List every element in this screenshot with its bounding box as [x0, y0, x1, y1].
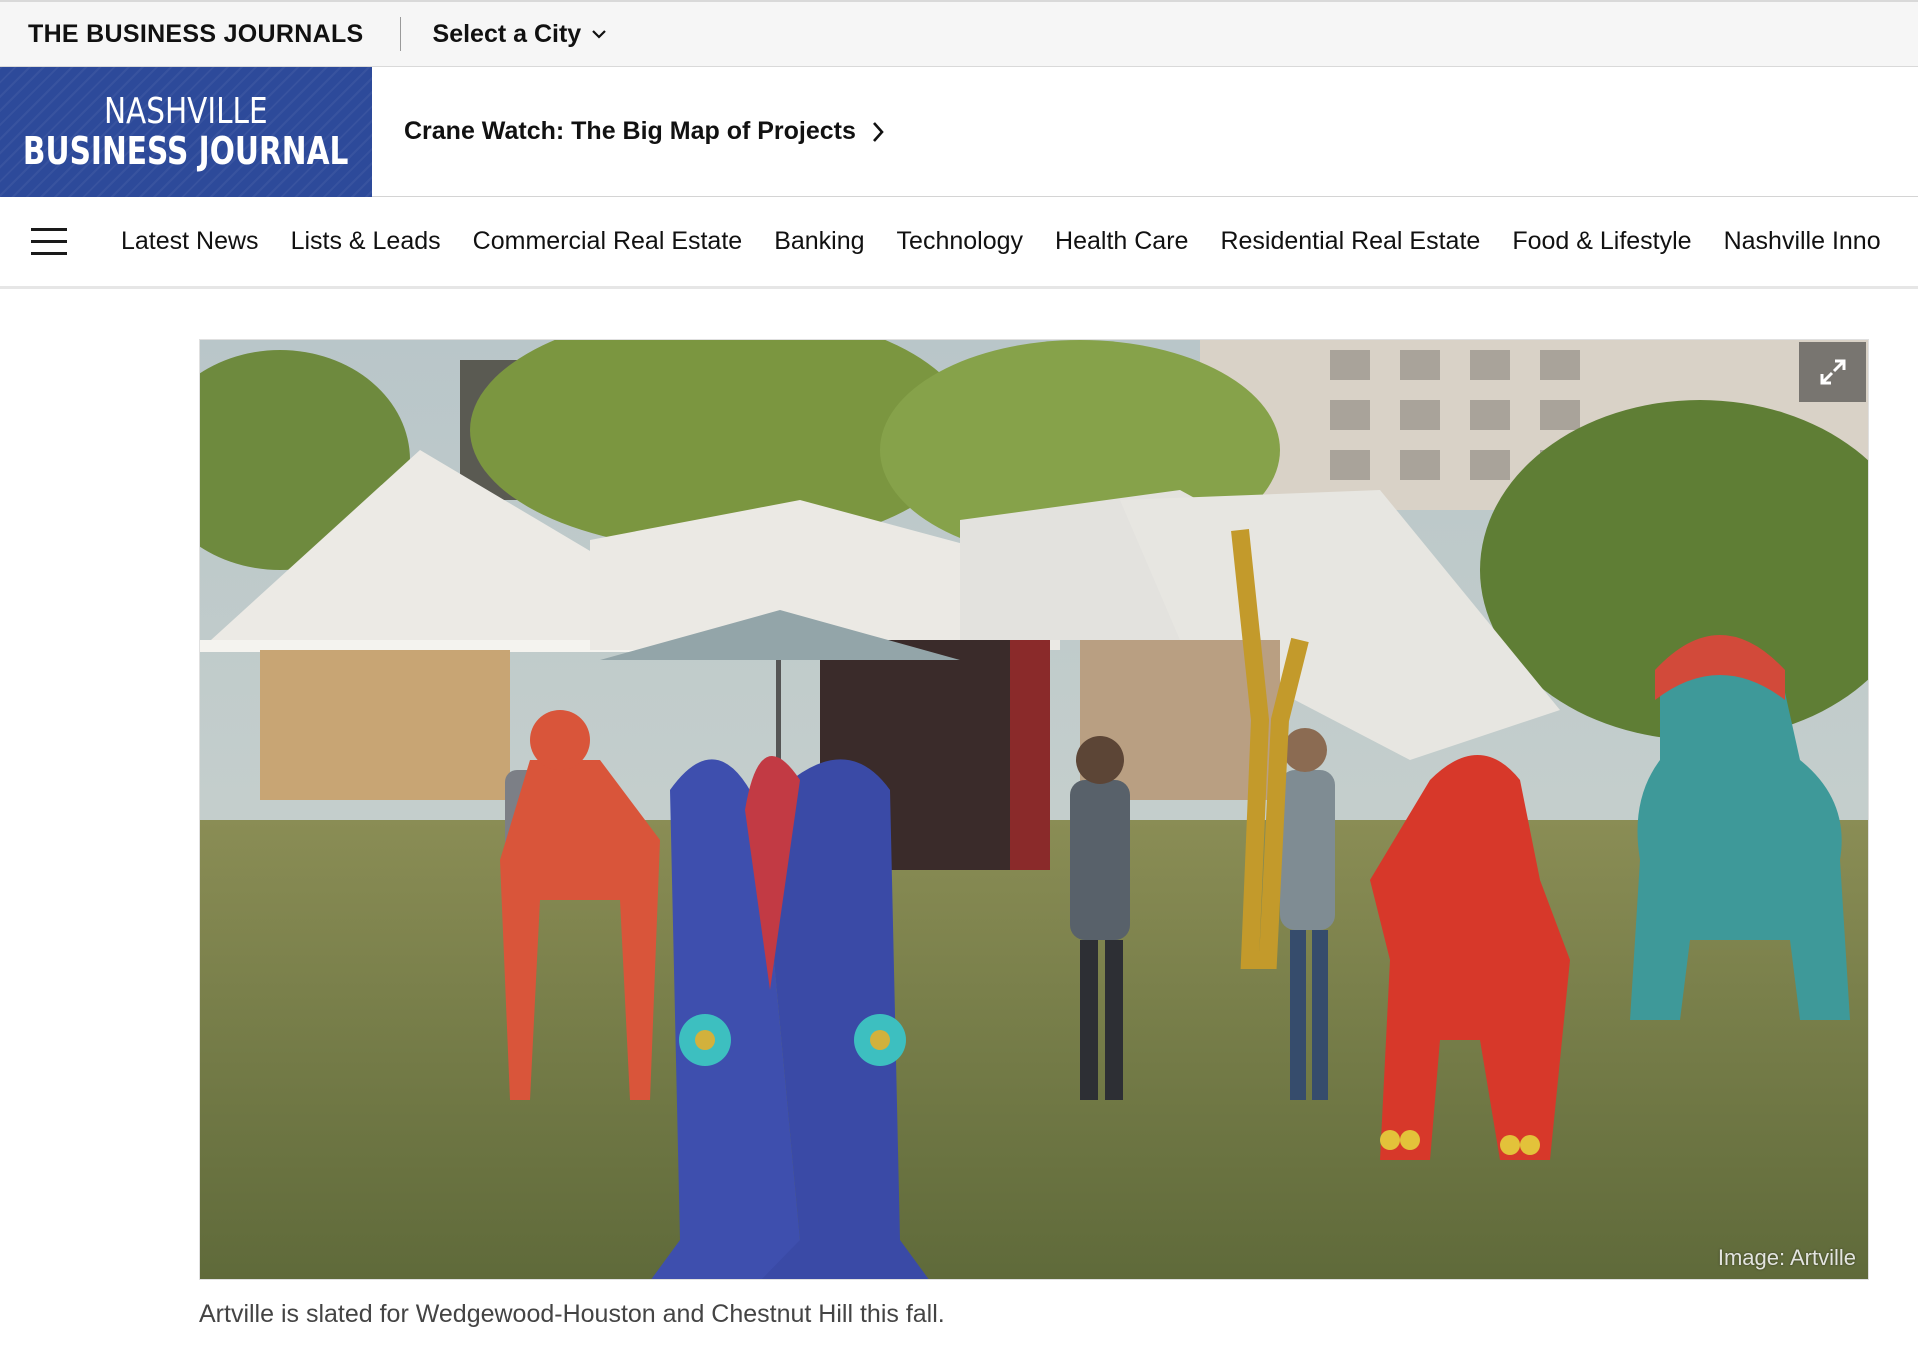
network-brand-link[interactable]: THE BUSINESS JOURNALS	[28, 20, 364, 49]
logo-line-city: NASHVILLE	[104, 90, 268, 132]
chevron-down-icon	[592, 30, 606, 39]
article-hero-image[interactable]: Image: Artville	[199, 339, 1869, 1280]
festival-photo	[200, 340, 1868, 1279]
nav-latest-news[interactable]: Latest News	[121, 227, 259, 256]
nav-items: Latest News Lists & Leads Commercial Rea…	[121, 227, 1913, 256]
section-nav: Latest News Lists & Leads Commercial Rea…	[0, 197, 1918, 289]
nav-banking[interactable]: Banking	[774, 227, 864, 256]
hamburger-menu-icon[interactable]	[31, 227, 67, 256]
top-utility-bar: THE BUSINESS JOURNALS Select a City	[0, 0, 1918, 67]
nav-residential-real-estate[interactable]: Residential Real Estate	[1220, 227, 1480, 256]
nav-nashville-inno[interactable]: Nashville Inno	[1724, 227, 1881, 256]
select-city-label: Select a City	[432, 19, 582, 48]
divider	[399, 17, 401, 51]
nav-technology[interactable]: Technology	[897, 227, 1023, 256]
expand-icon[interactable]	[1799, 342, 1866, 402]
nav-lists-leads[interactable]: Lists & Leads	[291, 227, 441, 256]
select-city-dropdown[interactable]: Select a City	[433, 20, 608, 49]
nav-food-lifestyle[interactable]: Food & Lifestyle	[1512, 227, 1691, 256]
image-caption: Artville is slated for Wedgewood-Houston…	[199, 1300, 945, 1328]
chevron-right-icon	[872, 121, 884, 142]
nav-health-care[interactable]: Health Care	[1055, 227, 1188, 256]
masthead: NASHVILLE BUSINESS JOURNAL Crane Watch: …	[0, 66, 1918, 197]
image-credit: Image: Artville	[1717, 1245, 1856, 1270]
crane-watch-promo-link[interactable]: Crane Watch: The Big Map of Projects	[404, 117, 884, 146]
promo-label: Crane Watch: The Big Map of Projects	[404, 117, 856, 145]
expand-arrows-icon	[1820, 359, 1845, 385]
logo-line-title: BUSINESS JOURNAL	[23, 128, 349, 173]
nav-commercial-real-estate[interactable]: Commercial Real Estate	[473, 227, 743, 256]
site-logo[interactable]: NASHVILLE BUSINESS JOURNAL	[0, 66, 372, 197]
